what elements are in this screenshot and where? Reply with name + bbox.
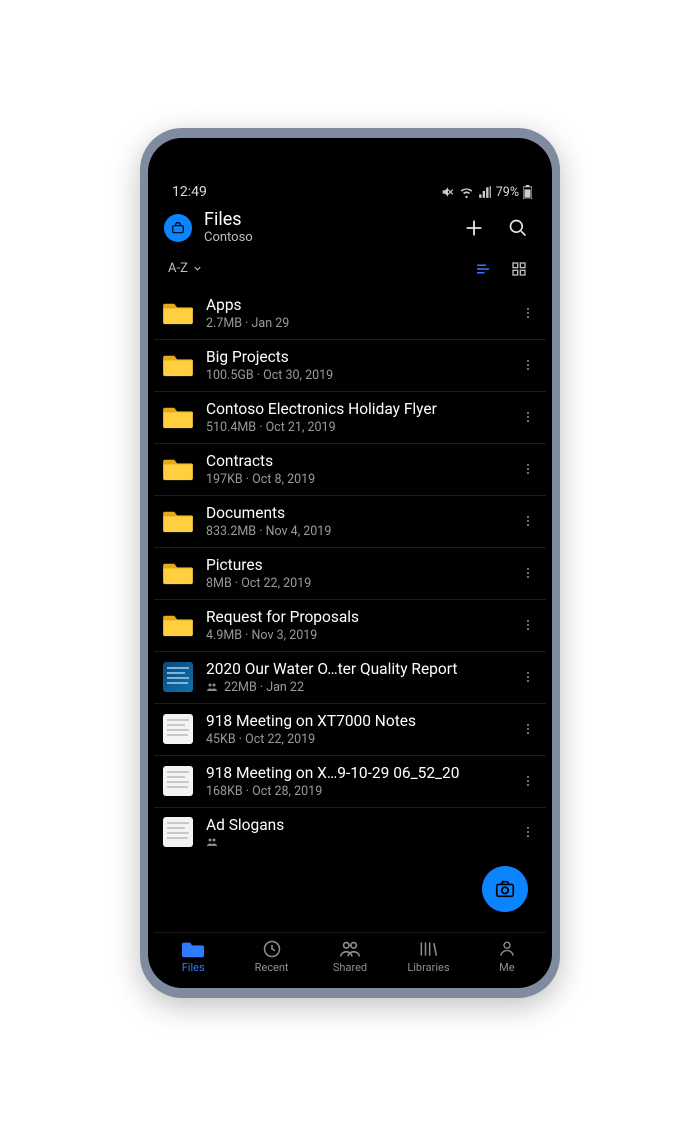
- sort-label: A-Z: [168, 261, 188, 276]
- item-meta: [206, 836, 504, 848]
- folder-icon: [162, 297, 194, 329]
- file-row[interactable]: 918 Meeting on XT7000 Notes 45KB · Oct 2…: [154, 703, 546, 755]
- folder-icon: [162, 557, 194, 589]
- item-more-button[interactable]: [516, 823, 540, 841]
- item-meta: 833.2MB · Nov 4, 2019: [206, 524, 504, 539]
- nav-me[interactable]: Me: [468, 933, 546, 982]
- file-row[interactable]: 2020 Our Water O…ter Quality Report 22MB…: [154, 651, 546, 703]
- status-bar: 12:49 79%: [154, 178, 546, 202]
- grid-view-button[interactable]: [506, 256, 532, 282]
- nav-libraries[interactable]: Libraries: [389, 933, 467, 982]
- nav-shared[interactable]: Shared: [311, 933, 389, 982]
- item-meta: 4.9MB · Nov 3, 2019: [206, 628, 504, 643]
- plus-icon: [463, 217, 485, 239]
- briefcase-icon: [171, 221, 185, 235]
- item-more-button[interactable]: [516, 772, 540, 790]
- me-icon: [498, 939, 516, 959]
- camera-icon: [494, 878, 516, 900]
- folder-icon: [162, 349, 194, 381]
- file-thumbnail: [162, 816, 194, 848]
- nav-label: Recent: [255, 961, 289, 974]
- file-row[interactable]: Ad Slogans: [154, 807, 546, 856]
- folder-row[interactable]: Big Projects 100.5GB · Oct 30, 2019: [154, 339, 546, 391]
- battery-icon: [523, 185, 532, 199]
- item-more-button[interactable]: [516, 460, 540, 478]
- signal-icon: [478, 185, 492, 199]
- chevron-down-icon: [192, 263, 203, 274]
- sort-button[interactable]: A-Z: [168, 261, 203, 276]
- page-subtitle: Contoso: [204, 231, 446, 246]
- wifi-icon: [459, 185, 474, 199]
- item-name: Apps: [206, 296, 504, 314]
- shared-icon: [339, 939, 361, 959]
- item-more-button[interactable]: [516, 720, 540, 738]
- app-bar: Files Contoso: [154, 202, 546, 252]
- folder-row[interactable]: Request for Proposals 4.9MB · Nov 3, 201…: [154, 599, 546, 651]
- item-name: 918 Meeting on X…9-10-29 06_52_20: [206, 764, 504, 782]
- item-meta: 510.4MB · Oct 21, 2019: [206, 420, 504, 435]
- item-meta: 22MB · Jan 22: [206, 680, 504, 695]
- item-meta: 197KB · Oct 8, 2019: [206, 472, 504, 487]
- item-more-button[interactable]: [516, 512, 540, 530]
- folder-icon: [162, 401, 194, 433]
- item-name: 918 Meeting on XT7000 Notes: [206, 712, 504, 730]
- item-name: 2020 Our Water O…ter Quality Report: [206, 660, 504, 678]
- item-more-button[interactable]: [516, 408, 540, 426]
- folder-row[interactable]: Contoso Electronics Holiday Flyer 510.4M…: [154, 391, 546, 443]
- item-more-button[interactable]: [516, 616, 540, 634]
- folder-icon: [162, 505, 194, 537]
- item-name: Contoso Electronics Holiday Flyer: [206, 400, 504, 418]
- search-icon: [508, 218, 528, 238]
- page-title: Files: [204, 210, 446, 231]
- file-thumbnail: [162, 765, 194, 797]
- libraries-icon: [418, 939, 438, 959]
- item-meta: 8MB · Oct 22, 2019: [206, 576, 504, 591]
- nav-label: Libraries: [407, 961, 449, 974]
- sort-bar: A-Z: [154, 252, 546, 288]
- list-view-button[interactable]: [470, 256, 496, 282]
- camera-fab[interactable]: [482, 866, 528, 912]
- item-name: Documents: [206, 504, 504, 522]
- nav-label: Files: [182, 961, 205, 974]
- list-view-icon: [474, 260, 492, 278]
- bottom-nav: Files Recent Shared Libraries Me: [154, 932, 546, 982]
- grid-view-icon: [511, 261, 527, 277]
- item-name: Pictures: [206, 556, 504, 574]
- file-thumbnail: [162, 661, 194, 693]
- item-name: Big Projects: [206, 348, 504, 366]
- item-name: Contracts: [206, 452, 504, 470]
- nav-files[interactable]: Files: [154, 933, 232, 982]
- status-time: 12:49: [172, 184, 207, 200]
- folder-icon: [162, 609, 194, 641]
- folder-row[interactable]: Documents 833.2MB · Nov 4, 2019: [154, 495, 546, 547]
- battery-text: 79%: [496, 185, 519, 200]
- add-button[interactable]: [458, 212, 490, 244]
- item-more-button[interactable]: [516, 304, 540, 322]
- file-list[interactable]: Apps 2.7MB · Jan 29 Big Projects 100.5GB…: [154, 288, 546, 932]
- folder-row[interactable]: Apps 2.7MB · Jan 29: [154, 288, 546, 339]
- files-icon: [182, 939, 204, 959]
- file-row[interactable]: 918 Meeting on X…9-10-29 06_52_20 168KB …: [154, 755, 546, 807]
- item-name: Ad Slogans: [206, 816, 504, 834]
- item-name: Request for Proposals: [206, 608, 504, 626]
- item-more-button[interactable]: [516, 356, 540, 374]
- search-button[interactable]: [502, 212, 534, 244]
- item-more-button[interactable]: [516, 668, 540, 686]
- recent-icon: [262, 939, 282, 959]
- item-meta: 100.5GB · Oct 30, 2019: [206, 368, 504, 383]
- phone-frame: 12:49 79% Files: [140, 128, 560, 998]
- folder-row[interactable]: Pictures 8MB · Oct 22, 2019: [154, 547, 546, 599]
- nav-recent[interactable]: Recent: [232, 933, 310, 982]
- folder-icon: [162, 453, 194, 485]
- nav-label: Shared: [333, 961, 367, 974]
- item-meta: 2.7MB · Jan 29: [206, 316, 504, 331]
- nav-label: Me: [499, 961, 514, 974]
- file-thumbnail: [162, 713, 194, 745]
- item-meta: 45KB · Oct 22, 2019: [206, 732, 504, 747]
- folder-row[interactable]: Contracts 197KB · Oct 8, 2019: [154, 443, 546, 495]
- account-badge[interactable]: [164, 214, 192, 242]
- mute-icon: [441, 185, 455, 199]
- item-more-button[interactable]: [516, 564, 540, 582]
- item-meta: 168KB · Oct 28, 2019: [206, 784, 504, 799]
